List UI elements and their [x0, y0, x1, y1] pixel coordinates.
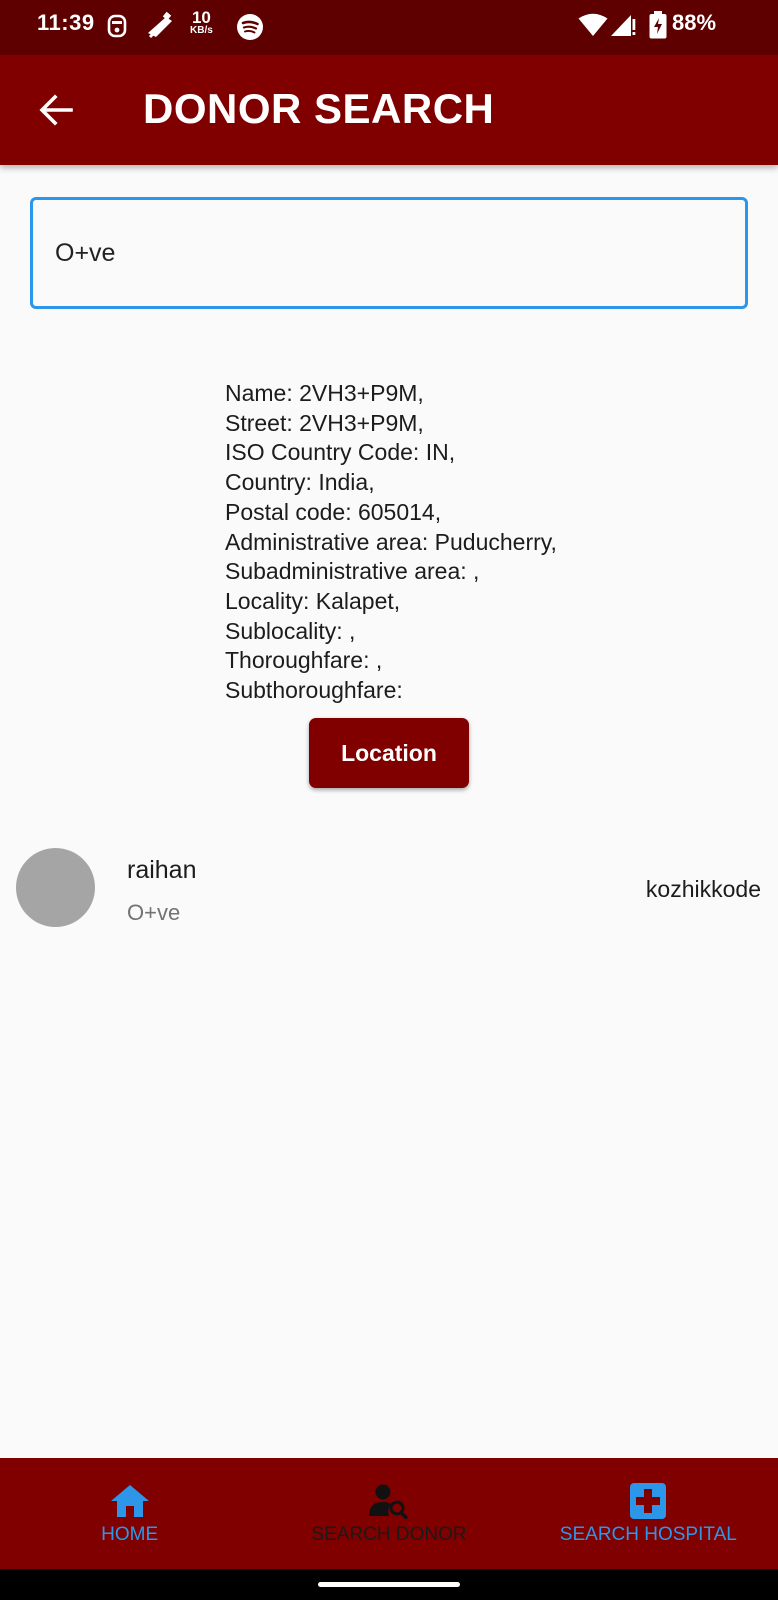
network-speed: 10 KB/s — [190, 9, 213, 36]
network-speed-value: 10 — [191, 8, 211, 27]
address-line-subthoroughfare: Subthoroughfare: — [225, 677, 403, 704]
notification-download-icon — [144, 11, 176, 41]
status-time: 11:39 — [37, 10, 95, 35]
donor-city: kozhikkode — [645, 876, 761, 902]
nav-item-home[interactable]: HOME — [0, 1458, 259, 1569]
spotify-icon — [236, 13, 264, 41]
search-input[interactable] — [30, 197, 748, 309]
battery-icon — [649, 11, 667, 39]
nav-item-search-donor[interactable]: SEARCH DONOR — [259, 1458, 518, 1569]
address-line-thoroughfare: Thoroughfare: , — [225, 647, 383, 674]
screen: 11:39 10 KB/s 88% DONOR SEARCH O+ve Name… — [0, 0, 778, 1600]
donor-name: raihan — [127, 856, 197, 884]
address-line-postal-code: Postal code: 605014, — [225, 498, 442, 525]
nav-label-search-donor: SEARCH DONOR — [311, 1524, 467, 1545]
address-line-street: Street: 2VH3+P9M, — [225, 409, 424, 436]
address-line-locality: Locality: Kalapet, — [225, 587, 401, 614]
address-details: Name: 2VH3+P9M, Street: 2VH3+P9M, ISO Co… — [225, 379, 685, 706]
address-line-admin-area: Administrative area: Puducherry, — [225, 528, 557, 555]
battery-percent: 88% — [672, 10, 717, 35]
donor-blood-group: O+ve — [127, 900, 181, 925]
avatar — [16, 848, 95, 927]
network-speed-unit: KB/s — [190, 25, 213, 36]
bottom-navigation: HOME SEARCH DONOR SEARCH HOSPITAL — [0, 1458, 778, 1569]
page-title: DONOR SEARCH — [143, 85, 495, 132]
nav-item-search-hospital[interactable]: SEARCH HOSPITAL — [519, 1458, 778, 1569]
address-line-name: Name: 2VH3+P9M, — [225, 380, 424, 406]
nav-label-search-hospital: SEARCH HOSPITAL — [559, 1524, 737, 1545]
location-button[interactable]: Location — [309, 718, 469, 788]
address-line-sublocality: Sublocality: , — [225, 617, 356, 644]
gesture-home-indicator[interactable] — [318, 1582, 460, 1587]
status-bar: 11:39 10 KB/s 88% — [0, 0, 778, 55]
arrow-back-icon — [39, 94, 73, 126]
back-button[interactable] — [30, 82, 82, 138]
system-navigation-bar — [0, 1569, 778, 1600]
address-line-iso-code: ISO Country Code: IN, — [225, 439, 456, 466]
app-bar: DONOR SEARCH — [0, 55, 778, 165]
address-line-country: Country: India, — [225, 469, 375, 496]
cell-signal-icon — [610, 13, 636, 37]
notification-app-icon — [106, 13, 128, 39]
donor-list-item[interactable]: raihan O+ve kozhikkode — [0, 840, 778, 950]
address-line-subadmin-area: Subadministrative area: , — [225, 558, 480, 585]
hospital-cross-icon — [627, 1480, 669, 1522]
wifi-icon — [578, 13, 608, 37]
home-icon — [109, 1480, 151, 1522]
nav-label-home: HOME — [101, 1524, 159, 1545]
person-search-icon — [368, 1480, 410, 1522]
